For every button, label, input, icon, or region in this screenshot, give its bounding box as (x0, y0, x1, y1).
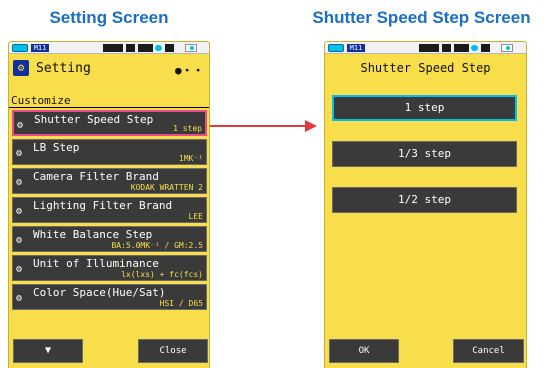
status-indicator-icon (138, 44, 153, 52)
status-indicator-icon (419, 44, 439, 52)
gears-icon: ⚙ (16, 264, 23, 275)
gears-icon: ⚙ (16, 235, 23, 246)
menu-item-label: Shutter Speed Step (34, 113, 154, 126)
menu-item-value: BA:5.0MK⁻¹ / GM:2.5 (111, 241, 203, 250)
menu-item-white-balance-step[interactable]: ⚙ White Balance Step BA:5.0MK⁻¹ / GM:2.5 (12, 226, 207, 252)
light-source-icon (501, 44, 513, 52)
menu-item-unit-of-illuminance[interactable]: ⚙ Unit of Illuminance lx(lxs) + fc(fcs) (12, 255, 207, 281)
light-source-icon (185, 44, 197, 52)
shutter-speed-step-screen-caption: Shutter Speed Step Screen (312, 8, 531, 27)
memory-channel-badge: M11 (31, 44, 49, 52)
menu-item-camera-filter-brand[interactable]: ⚙ Camera Filter Brand KODAK WRATTEN 2 (12, 168, 207, 194)
menu-item-value: HSI / D65 (159, 299, 203, 308)
status-indicator-icon (103, 44, 123, 52)
gears-icon: ⚙ (17, 120, 24, 131)
menu-item-label: White Balance Step (33, 228, 153, 241)
gears-icon: ⚙ (16, 148, 23, 159)
gears-icon: ⚙ (16, 293, 23, 304)
menu-item-lighting-filter-brand[interactable]: ⚙ Lighting Filter Brand LEE (12, 197, 207, 223)
menu-item-label: Camera Filter Brand (33, 170, 159, 183)
battery-icon (328, 44, 344, 52)
memory-channel-badge: M11 (347, 44, 365, 52)
title-bar: ⚙ Setting ●・・ (9, 54, 209, 81)
scroll-down-button[interactable]: ▼ (13, 339, 83, 363)
option-1-step[interactable]: 1 step (332, 95, 517, 121)
option-1-2-step[interactable]: 1/2 step (332, 187, 517, 213)
close-button[interactable]: Close (138, 339, 208, 363)
status-indicator-icon (481, 44, 490, 52)
menu-item-color-space[interactable]: ⚙ Color Space(Hue/Sat) HSI / D65 (12, 284, 207, 310)
setting-screen-caption: Setting Screen (49, 8, 169, 27)
menu-item-value: 1MK⁻¹ (178, 154, 203, 163)
right-arrow-icon (210, 125, 306, 127)
cancel-button[interactable]: Cancel (453, 339, 524, 363)
status-indicator-icon (165, 44, 174, 52)
menu-item-value: lx(lxs) + fc(fcs) (121, 270, 203, 279)
menu-item-shutter-speed-step[interactable]: ⚙ Shutter Speed Step 1 step (12, 110, 207, 136)
page-title: Setting (36, 61, 91, 76)
page-title: Shutter Speed Step (360, 61, 491, 75)
page-indicator: ●・・ (175, 64, 204, 77)
status-indicator-icon (454, 44, 469, 52)
section-label-customize: Customize (9, 94, 209, 108)
menu-item-label: Color Space(Hue/Sat) (33, 286, 166, 299)
status-bar: M11 (9, 42, 209, 54)
menu-item-value: 1 step (173, 124, 202, 133)
menu-item-value: LEE (188, 212, 203, 221)
shutter-speed-step-screen: M11 Shutter Speed Step 1 step 1/3 step 1… (324, 41, 527, 368)
arrow-head-icon (305, 120, 317, 132)
menu-item-label: Lighting Filter Brand (33, 199, 173, 212)
status-indicator-icon (126, 44, 135, 52)
menu-item-value: KODAK WRATTEN 2 (130, 183, 203, 192)
ok-button[interactable]: OK (329, 339, 399, 363)
menu-item-lb-step[interactable]: ⚙ LB Step 1MK⁻¹ (12, 139, 207, 165)
status-dot-icon (471, 45, 478, 51)
gears-icon: ⚙ (16, 177, 23, 188)
option-1-3-step[interactable]: 1/3 step (332, 141, 517, 167)
status-bar: M11 (325, 42, 526, 54)
status-indicator-icon (442, 44, 451, 52)
gears-icon: ⚙ (16, 206, 23, 217)
battery-icon (12, 44, 28, 52)
status-dot-icon (155, 45, 162, 51)
setting-screen: M11 ⚙ Setting ●・・ Customize ⚙ Shutter Sp… (8, 41, 210, 368)
settings-app-icon: ⚙ (13, 60, 29, 76)
menu-item-label: LB Step (33, 141, 80, 154)
menu-item-label: Unit of Illuminance (33, 257, 159, 270)
title-bar: Shutter Speed Step (325, 54, 526, 81)
